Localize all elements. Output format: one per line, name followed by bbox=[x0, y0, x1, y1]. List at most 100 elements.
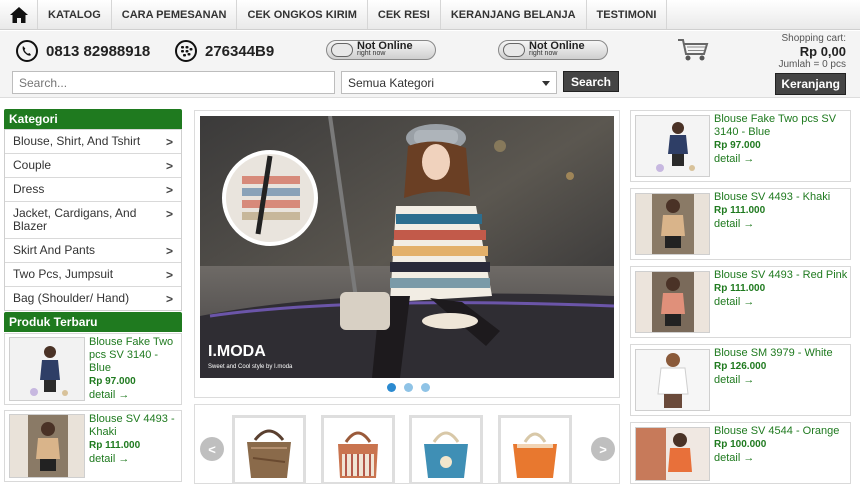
phone-icon bbox=[16, 40, 38, 62]
category-item[interactable]: Skirt And Pants > bbox=[5, 238, 181, 262]
nav-item-katalog[interactable]: KATALOG bbox=[38, 0, 112, 29]
nav-item-keranjang-belanja[interactable]: KERANJANG BELANJA bbox=[441, 0, 587, 29]
category-item[interactable]: Two Pcs, Jumpsuit > bbox=[5, 262, 181, 286]
slider-pagination bbox=[195, 383, 621, 392]
dropdown-arrow-icon bbox=[542, 81, 550, 86]
cart-button[interactable]: Keranjang bbox=[775, 73, 846, 95]
detail-link[interactable]: detail → bbox=[714, 295, 848, 309]
product-thumbnail[interactable] bbox=[9, 337, 85, 401]
carousel-next-button[interactable]: > bbox=[591, 437, 615, 461]
product-thumbnail[interactable] bbox=[635, 427, 710, 481]
product-price: Rp 111.000 bbox=[714, 205, 766, 216]
product-carousel: < > bbox=[194, 404, 620, 484]
product-thumbnail[interactable] bbox=[635, 193, 710, 255]
product-name[interactable]: Blouse SM 3979 - White bbox=[714, 347, 848, 360]
product-thumbnail[interactable] bbox=[635, 115, 710, 177]
chevron-right-icon: > bbox=[165, 159, 173, 173]
bbm-pin: 276344B9 bbox=[205, 42, 275, 60]
latest-product-card[interactable]: Blouse SV 4493 - Khaki Rp 111.000 detail… bbox=[4, 410, 182, 482]
home-button[interactable] bbox=[0, 0, 38, 29]
phone-contact: 0813 82988918 bbox=[16, 40, 150, 62]
chat-bubble-icon bbox=[331, 43, 353, 57]
product-price: Rp 111.000 bbox=[714, 283, 766, 294]
nav-item-cara-pemesanan[interactable]: CARA PEMESANAN bbox=[112, 0, 238, 29]
product-price: Rp 97.000 bbox=[714, 140, 761, 151]
category-item[interactable]: Dress > bbox=[5, 177, 181, 201]
product-name[interactable]: Blouse SV 4544 - Orange bbox=[714, 425, 848, 438]
category-item[interactable]: Jacket, Cardigans, And Blazer > bbox=[5, 201, 181, 238]
slider-dot[interactable] bbox=[403, 383, 413, 392]
nav-item-cek-resi[interactable]: CEK RESI bbox=[368, 0, 441, 29]
home-icon bbox=[9, 6, 28, 23]
chevron-right-icon: > bbox=[599, 441, 607, 457]
product-name[interactable]: Blouse SV 4493 - Red Pink bbox=[714, 269, 848, 282]
product-name[interactable]: Blouse SV 4493 - Khaki bbox=[89, 413, 181, 439]
carousel-item[interactable] bbox=[409, 415, 483, 484]
status-text: Not Online bbox=[529, 40, 585, 52]
product-price: Rp 97.000 bbox=[89, 376, 136, 387]
carousel-item[interactable] bbox=[498, 415, 572, 484]
cart-summary: Shopping cart: Rp 0,00 Jumlah = 0 pcs bbox=[778, 33, 846, 70]
product-card[interactable]: Blouse SV 4544 - Orange Rp 100.000 detai… bbox=[630, 422, 851, 484]
chevron-right-icon: > bbox=[165, 207, 173, 221]
category-list: Blouse, Shirt, And Tshirt > Couple > Dress… bbox=[4, 129, 182, 311]
search-input[interactable] bbox=[12, 71, 335, 94]
product-name[interactable]: Blouse Fake Two pcs SV 3140 - Blue bbox=[714, 113, 848, 139]
shopping-cart-icon[interactable] bbox=[676, 37, 710, 63]
chat-status-badge-1[interactable]: Not Online right now bbox=[326, 40, 436, 60]
detail-link[interactable]: detail → bbox=[714, 152, 848, 166]
category-item[interactable]: Couple > bbox=[5, 153, 181, 177]
cart-label: Shopping cart: bbox=[781, 33, 847, 44]
product-price: Rp 126.000 bbox=[714, 361, 767, 372]
product-name[interactable]: Blouse SV 4493 - Khaki bbox=[714, 191, 848, 204]
carousel-item[interactable] bbox=[232, 415, 306, 484]
carousel-item[interactable] bbox=[321, 415, 395, 484]
banner-slider: I.MODA Sweet and Cool style by I.moda bbox=[194, 110, 620, 398]
latest-products-heading: Produk Terbaru bbox=[4, 312, 182, 332]
product-price: Rp 111.000 bbox=[89, 440, 141, 451]
product-price: Rp 100.000 bbox=[714, 439, 767, 450]
chevron-right-icon: > bbox=[165, 135, 173, 149]
product-name[interactable]: Blouse Fake Two pcs SV 3140 - Blue bbox=[89, 336, 181, 375]
chevron-right-icon: > bbox=[165, 183, 173, 197]
cart-quantity: Jumlah = 0 pcs bbox=[778, 59, 846, 70]
detail-link[interactable]: detail → bbox=[89, 388, 181, 402]
product-card[interactable]: Blouse SM 3979 - White Rp 126.000 detail… bbox=[630, 344, 851, 416]
search-button[interactable]: Search bbox=[563, 71, 619, 92]
top-navigation: KATALOG CARA PEMESANAN CEK ONGKOS KIRIM … bbox=[0, 0, 860, 30]
slider-dot[interactable] bbox=[386, 383, 396, 392]
product-card[interactable]: Blouse SV 4493 - Khaki Rp 111.000 detail… bbox=[630, 188, 851, 260]
header: 0813 82988918 276344B9 Not Online right … bbox=[0, 31, 860, 98]
product-thumbnail[interactable] bbox=[635, 271, 710, 333]
cart-total: Rp 0,00 bbox=[799, 44, 846, 59]
phone-number: 0813 82988918 bbox=[46, 42, 151, 60]
banner-watermark-subtitle: Sweet and Cool style by I.moda bbox=[208, 364, 293, 370]
detail-link[interactable]: detail → bbox=[89, 452, 181, 466]
status-text: Not Online bbox=[357, 40, 413, 52]
detail-link[interactable]: detail → bbox=[714, 217, 848, 231]
categories-heading: Kategori bbox=[4, 109, 182, 129]
product-card[interactable]: Blouse SV 4493 - Red Pink Rp 111.000 det… bbox=[630, 266, 851, 338]
chevron-right-icon: > bbox=[165, 244, 173, 258]
blackberry-icon bbox=[175, 40, 197, 62]
product-thumbnail[interactable] bbox=[635, 349, 710, 411]
nav-item-testimoni[interactable]: TESTIMONI bbox=[587, 0, 668, 29]
chat-bubble-icon bbox=[503, 43, 525, 57]
detail-link[interactable]: detail → bbox=[714, 373, 848, 387]
category-select-value: Semua Kategori bbox=[348, 76, 435, 90]
product-thumbnail[interactable] bbox=[9, 414, 85, 478]
category-item[interactable]: Bag (Shoulder/ Hand) > bbox=[5, 286, 181, 310]
chat-status-badge-2[interactable]: Not Online right now bbox=[498, 40, 608, 60]
nav-item-cek-ongkos-kirim[interactable]: CEK ONGKOS KIRIM bbox=[237, 0, 368, 29]
latest-product-card[interactable]: Blouse Fake Two pcs SV 3140 - Blue Rp 97… bbox=[4, 333, 182, 405]
chevron-left-icon: < bbox=[208, 441, 216, 457]
banner-image[interactable]: I.MODA Sweet and Cool style by I.moda bbox=[200, 116, 614, 378]
banner-watermark: I.MODA bbox=[208, 343, 266, 360]
category-select[interactable]: Semua Kategori bbox=[341, 71, 557, 94]
carousel-prev-button[interactable]: < bbox=[200, 437, 224, 461]
slider-dot[interactable] bbox=[420, 383, 430, 392]
product-card[interactable]: Blouse Fake Two pcs SV 3140 - Blue Rp 97… bbox=[630, 110, 851, 182]
category-item[interactable]: Blouse, Shirt, And Tshirt > bbox=[5, 129, 181, 153]
detail-link[interactable]: detail → bbox=[714, 451, 848, 465]
bbm-contact: 276344B9 bbox=[175, 40, 274, 62]
